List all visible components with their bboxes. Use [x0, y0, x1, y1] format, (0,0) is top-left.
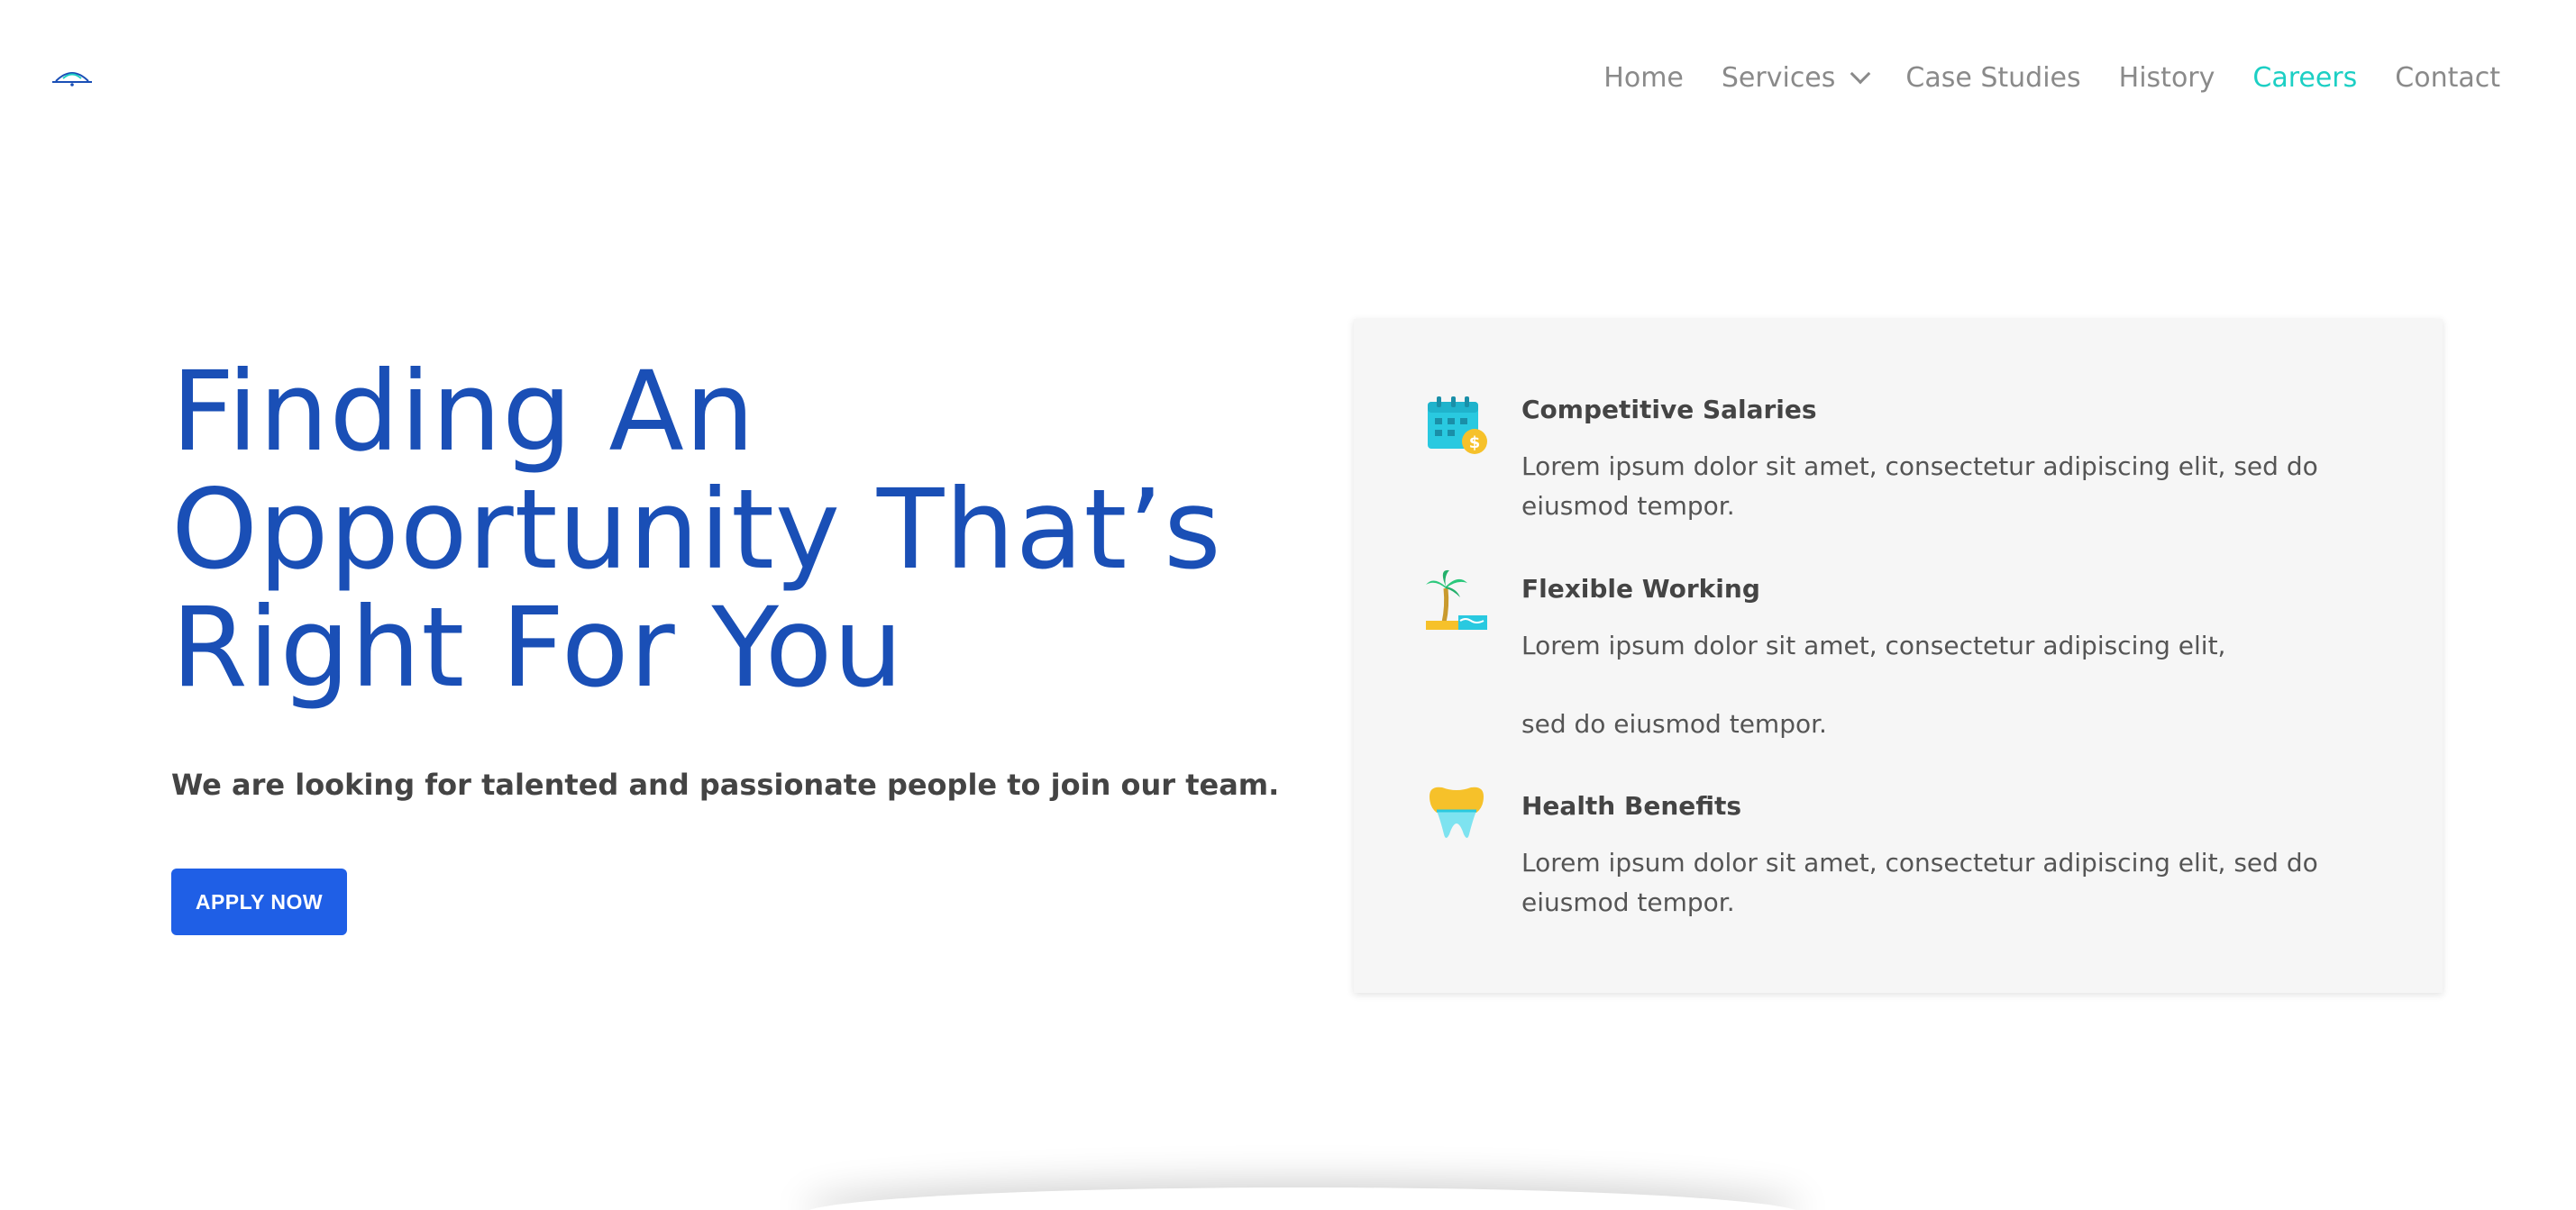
nav-history[interactable]: History — [2119, 62, 2215, 94]
nav-case-studies[interactable]: Case Studies — [1905, 62, 2080, 94]
next-section-edge — [802, 1187, 1803, 1210]
benefit-title: Competitive Salaries — [1521, 395, 1817, 424]
apply-now-button[interactable]: APPLY NOW — [171, 869, 347, 935]
hero-title-line-3: Right For You — [171, 584, 904, 712]
chevron-down-icon — [1850, 63, 1871, 84]
benefits-card: $ Competitive Salaries Lorem ipsum dolor… — [1354, 319, 2443, 993]
palm-tree-icon — [1426, 569, 1487, 630]
calendar-dollar-icon: $ — [1428, 396, 1487, 454]
benefit-description: Lorem ipsum dolor sit amet, consectetur … — [1521, 631, 2226, 660]
nav-home-label: Home — [1603, 61, 1684, 94]
main-nav: Home Services Case Studies History Caree… — [1566, 54, 2500, 101]
nav-careers[interactable]: Careers — [2252, 62, 2357, 94]
hero-title-line-1: Finding An — [171, 348, 756, 476]
nav-home[interactable]: Home — [1603, 62, 1684, 94]
benefit-description: Lorem ipsum dolor sit amet, consectetur … — [1521, 848, 2318, 917]
nav-services-label: Services — [1721, 61, 1836, 94]
nav-history-label: History — [2118, 61, 2215, 94]
benefit-title: Flexible Working — [1521, 574, 1760, 604]
svg-text:$: $ — [1469, 433, 1481, 452]
nav-contact-label: Contact — [2395, 61, 2500, 94]
nav-careers-label: Careers — [2252, 61, 2358, 94]
benefit-title: Health Benefits — [1521, 791, 1742, 821]
tooth-icon — [1430, 787, 1484, 838]
logo-icon[interactable] — [50, 63, 94, 90]
nav-services[interactable]: Services — [1721, 61, 1871, 94]
nav-case-studies-label: Case Studies — [1905, 61, 2081, 94]
hero-title: Finding An Opportunity That’s Right For … — [171, 353, 1253, 707]
nav-contact[interactable]: Contact — [2395, 62, 2500, 94]
hero-subtitle: We are looking for talented and passiona… — [171, 768, 1280, 802]
hero-title-line-2: Opportunity That’s — [171, 466, 1222, 594]
benefit-description-continued: sed do eiusmod tempor. — [1521, 709, 1827, 739]
benefit-description: Lorem ipsum dolor sit amet, consectetur … — [1521, 451, 2318, 521]
